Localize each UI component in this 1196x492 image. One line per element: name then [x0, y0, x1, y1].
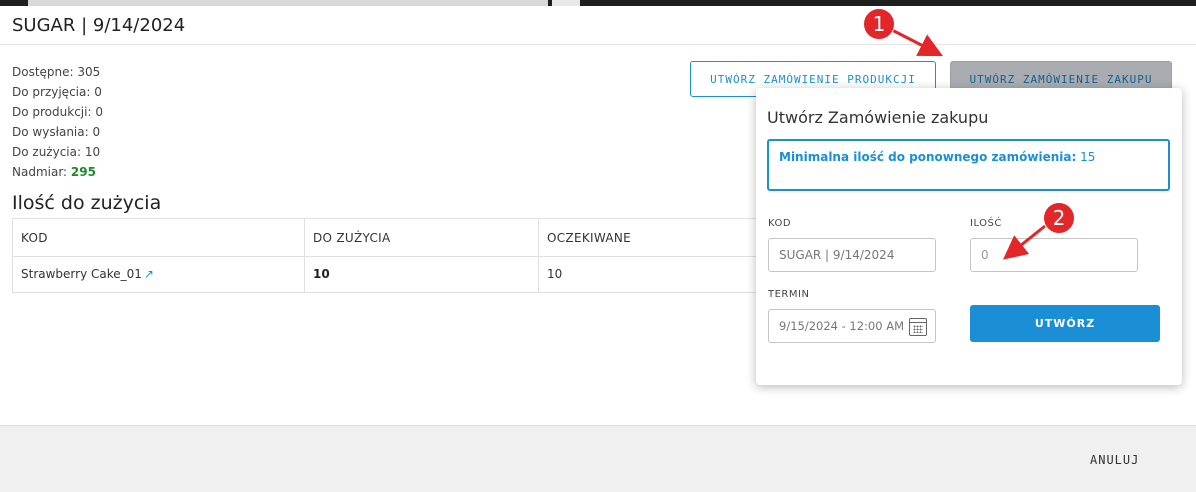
stat-value: 0: [95, 105, 103, 119]
external-link-icon[interactable]: ↗: [144, 267, 154, 281]
stat-to-produce: Do produkcji: 0: [12, 102, 103, 122]
stat-value: 0: [94, 85, 102, 99]
purchase-order-popover: Utwórz Zamówienie zakupu Minimalna ilość…: [756, 88, 1182, 385]
stat-label: Do wysłania:: [12, 125, 89, 139]
stat-to-consume: Do zużycia: 10: [12, 142, 103, 162]
calendar-icon[interactable]: [909, 318, 927, 336]
stat-label: Do produkcji:: [12, 105, 92, 119]
title-divider: [0, 44, 1196, 45]
stat-to-receive: Do przyjęcia: 0: [12, 82, 103, 102]
stat-to-ship: Do wysłania: 0: [12, 122, 103, 142]
stock-stats: Dostępne: 305 Do przyjęcia: 0 Do produkc…: [12, 62, 103, 182]
stat-value: 305: [77, 65, 101, 79]
consumption-section-title: Ilość do zużycia: [12, 192, 162, 214]
column-header-kod[interactable]: KOD: [21, 231, 48, 245]
annotation-badge-2: 2: [1043, 202, 1075, 234]
stat-excess: Nadmiar: 295: [12, 162, 103, 182]
table-cell-do-zuzycia: 10: [313, 267, 330, 281]
kod-label: KOD: [768, 218, 792, 229]
annotation-badge-1: 1: [863, 8, 895, 40]
background-tab: [552, 0, 580, 6]
annotation-arrow-1: [891, 28, 944, 57]
stat-label: Nadmiar:: [12, 165, 68, 179]
table-row-kod[interactable]: Strawberry Cake_01 ↗: [21, 267, 154, 281]
ilosc-label: ILOŚĆ: [970, 218, 1002, 229]
stat-available: Dostępne: 305: [12, 62, 103, 82]
popover-title: Utwórz Zamówienie zakupu: [767, 108, 989, 127]
stat-label: Do przyjęcia:: [12, 85, 91, 99]
stat-value: 10: [84, 145, 101, 159]
stat-label: Dostępne:: [12, 65, 74, 79]
column-header-do-zuzycia[interactable]: DO ZUŻYCIA: [313, 231, 391, 245]
column-header-oczekiwane[interactable]: OCZEKIWANE: [547, 231, 631, 245]
reorder-label: Minimalna ilość do ponownego zamówienia:: [779, 150, 1077, 164]
modal-title: SUGAR | 9/14/2024: [12, 15, 186, 36]
cancel-button[interactable]: ANULUJ: [1090, 453, 1139, 467]
stat-label: Do zużycia:: [12, 145, 82, 159]
modal-footer: ANULUJ: [0, 425, 1196, 492]
date-field[interactable]: 9/15/2024 - 12:00 AM: [768, 309, 936, 343]
reorder-info-box: Minimalna ilość do ponownego zamówienia:…: [767, 139, 1170, 191]
product-link[interactable]: Strawberry Cake_01: [21, 267, 142, 281]
row-divider: [13, 256, 757, 257]
kod-field[interactable]: SUGAR | 9/14/2024: [768, 238, 936, 272]
background-tab: [28, 0, 548, 6]
quantity-input[interactable]: 0: [970, 238, 1138, 272]
date-value: 9/15/2024 - 12:00 AM: [779, 319, 905, 333]
reorder-value: 15: [1080, 150, 1096, 164]
create-button[interactable]: UTWÓRZ: [970, 305, 1160, 342]
stat-value: 295: [70, 165, 96, 179]
termin-label: TERMIN: [768, 289, 810, 300]
stat-value: 0: [92, 125, 101, 139]
consumption-table: KOD DO ZUŻYCIA OCZEKIWANE Strawberry Cak…: [12, 218, 757, 293]
table-cell-oczekiwane: 10: [547, 267, 563, 281]
top-tab-strip: [0, 0, 1196, 6]
